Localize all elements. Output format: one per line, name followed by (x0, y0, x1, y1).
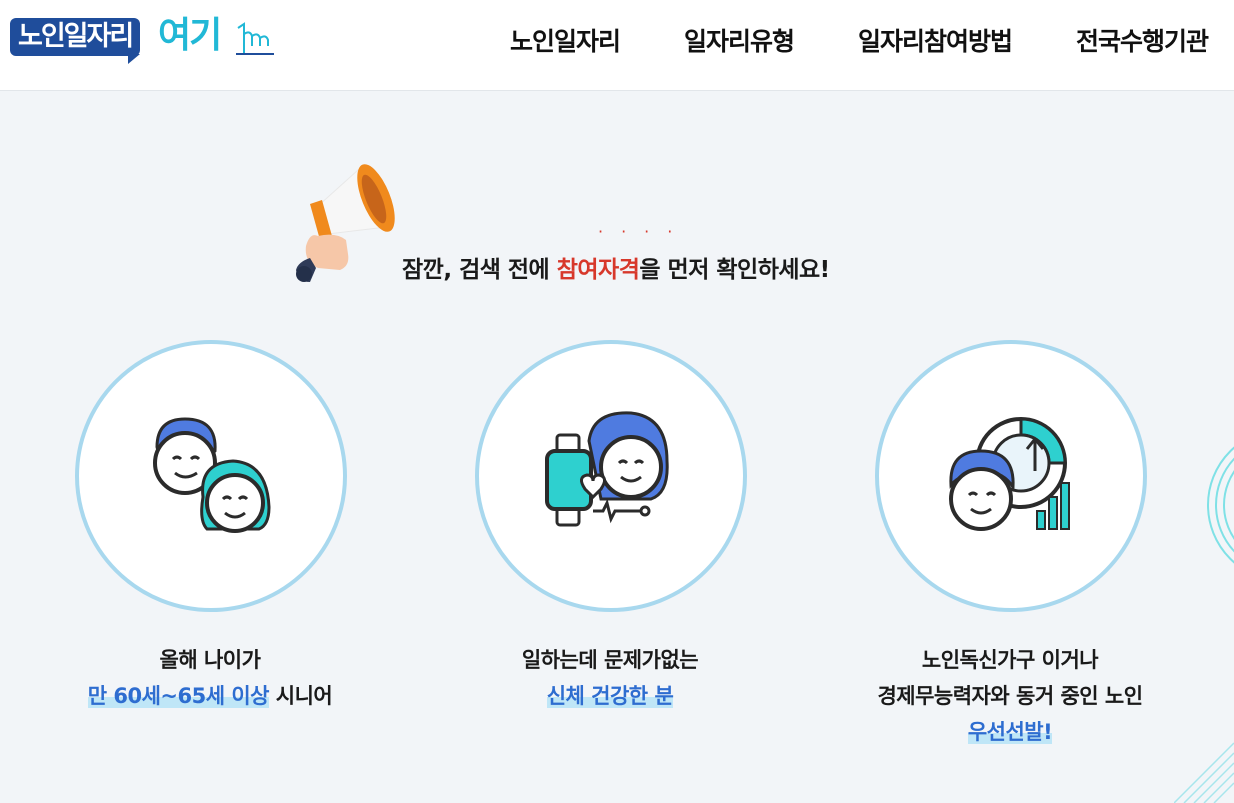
card-highlight: 만 60세~65세 이상 (87, 684, 269, 708)
senior-couple-icon (153, 417, 271, 533)
card-highlight: 신체 건강한 분 (546, 684, 674, 708)
megaphone-icon (296, 164, 395, 282)
nav-item-agencies[interactable]: 전국수행기관 (1076, 22, 1209, 62)
card-description: 일하는데 문제가없는 신체 건강한 분 (521, 648, 699, 708)
site-header: 노인일자리 여기 노인일자리 일자리유형 일자리참여방법 전국수행기관 (0, 0, 1234, 91)
nav-item-job-types[interactable]: 일자리유형 (684, 22, 795, 62)
card-highlight: 우선선발! (967, 720, 1053, 744)
card-circle (875, 340, 1147, 612)
emphasis-dots: ···· (598, 222, 691, 241)
nav-item-how-to-join[interactable]: 일자리참여방법 (858, 22, 1013, 62)
main-nav: 노인일자리 일자리유형 일자리참여방법 전국수행기관 (446, 22, 1209, 62)
logo-text-main: 노인일자리 (10, 18, 141, 56)
card-description: 올해 나이가 만 60세~65세 이상 시니어 (87, 648, 333, 708)
decorative-lines (1174, 742, 1234, 803)
nav-item-senior-jobs[interactable]: 노인일자리 (510, 22, 621, 62)
card-circle (475, 340, 747, 612)
card-circle (75, 340, 347, 612)
logo-text-accent: 여기 (158, 15, 222, 56)
card-description: 노인독신가구 이거나 경제무능력자와 동거 중인 노인 우선선발! (877, 648, 1143, 744)
site-logo[interactable]: 노인일자리 여기 (10, 14, 280, 70)
senior-chart-icon (949, 417, 1070, 531)
logo-finger-icon (236, 22, 274, 55)
smartwatch-health-icon (545, 411, 669, 527)
notice-highlight: 참여자격 (556, 257, 640, 283)
decorative-rings (1207, 446, 1234, 564)
notice-heading: 잠깐, 검색 전에 참여자격을 먼저 확인하세요! (402, 257, 830, 283)
